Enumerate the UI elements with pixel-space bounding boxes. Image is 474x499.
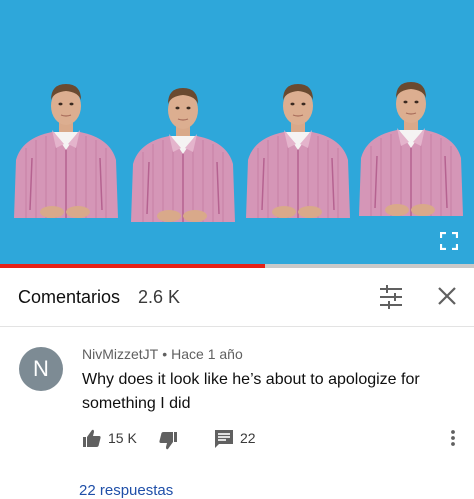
comment-actions: 15 K 22 [82,428,472,450]
like-icon[interactable] [82,428,102,448]
more-vert-icon[interactable] [446,428,460,448]
close-icon[interactable] [436,285,458,307]
comment-time: Hace 1 año [171,346,243,362]
video-frame [13,81,464,223]
comments-count: 2.6 K [138,287,181,307]
reply-icon[interactable] [214,429,234,449]
man-figure [358,81,464,217]
comment-meta: NivMizzetJT • Hace 1 año [82,346,243,362]
reply-count: 22 [240,430,256,446]
meta-separator: • [162,346,168,362]
view-replies-link[interactable]: 22 respuestas [79,482,173,499]
fullscreen-icon[interactable] [440,232,458,250]
sort-icon[interactable] [378,284,404,310]
video-player[interactable] [0,0,474,268]
avatar[interactable]: N [19,347,63,391]
comments-header: Comentarios 2.6 K [0,268,474,327]
comment-text: Why does it look like he’s about to apol… [82,371,420,412]
like-count: 15 K [108,430,137,446]
man-figure [245,83,351,219]
comments-title: Comentarios [18,287,121,307]
man-figure [13,83,119,219]
dislike-icon[interactable] [158,431,178,451]
comment-author[interactable]: NivMizzetJT [82,346,158,362]
man-figure [130,87,236,223]
